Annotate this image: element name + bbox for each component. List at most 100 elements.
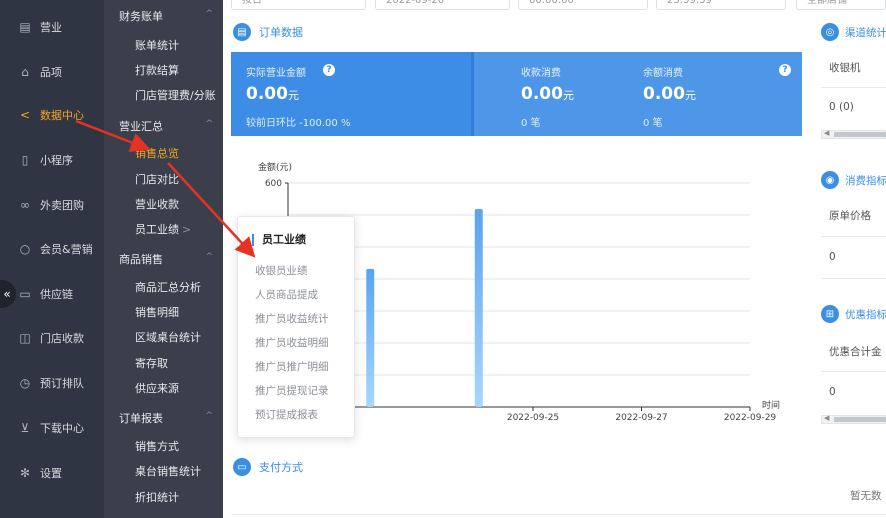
- popup-item-cashier-performance[interactable]: 收银员业绩: [255, 263, 308, 278]
- x-tick-label: 2022-09-29: [724, 413, 777, 423]
- gear-icon: ✻: [19, 466, 31, 480]
- balance-consume-label: 余额消费: [643, 68, 683, 79]
- channel-value: 0 (0): [829, 101, 854, 113]
- nav-item-products[interactable]: ⌂ 品项: [0, 57, 104, 87]
- subnav-item-business-receipts[interactable]: 营业收款: [135, 196, 179, 212]
- subnav-item-sales-detail[interactable]: 销售明细: [135, 304, 179, 320]
- subnav-group-product-sales[interactable]: 商品销售: [119, 251, 163, 267]
- subnav-item-supply-source[interactable]: 供应来源: [135, 380, 179, 396]
- actual-revenue-card: 实际营业金额 ? 0.00元 较前日环比 -100.00 %: [231, 52, 474, 136]
- scroll-thumb[interactable]: [834, 132, 886, 137]
- user-icon: ○: [19, 242, 31, 256]
- x-tick-label: 2022-09-25: [507, 413, 559, 423]
- scroll-thumb[interactable]: [834, 417, 886, 422]
- calendar-icon: ▤: [19, 20, 31, 34]
- caret-up-icon[interactable]: ^: [205, 119, 213, 129]
- document-icon: ▤: [233, 23, 251, 41]
- order-data-header: ▤ 订单数据: [233, 23, 303, 41]
- actual-revenue-label: 实际营业金额: [246, 68, 306, 79]
- divider: [821, 236, 886, 237]
- chart-bar: [474, 209, 483, 407]
- share-icon: <: [19, 108, 31, 122]
- revenue-panel: 实际营业金额 ? 0.00元 较前日环比 -100.00 % 收款消费 0.00…: [231, 52, 802, 136]
- chart-bars: [366, 209, 483, 407]
- subnav-item-settlement[interactable]: 打款结算: [135, 62, 179, 78]
- cash-consume-value: 0.00元: [521, 84, 574, 104]
- subnav-group-finance[interactable]: 财务账单: [119, 8, 163, 24]
- scroll-left-icon[interactable]: ◀: [824, 129, 829, 137]
- popup-item-reservation-commission[interactable]: 预订提成报表: [255, 407, 318, 422]
- subnav-item-sales-overview[interactable]: 销售总览: [135, 145, 179, 161]
- clock-icon: ◷: [19, 376, 31, 390]
- card-icon: ▭: [233, 458, 251, 476]
- channel-stats-header: ◎ 渠道统计: [821, 23, 886, 41]
- subnav-group-business-summary[interactable]: 营业汇总: [119, 118, 163, 134]
- subnav-item-area-table-stats[interactable]: 区域桌台统计: [135, 329, 201, 345]
- balance-consume-value: 0.00元: [643, 84, 696, 104]
- start-time-picker[interactable]: 00:00:00: [518, 0, 648, 10]
- divider: [821, 278, 886, 279]
- y-tick-label: 600: [265, 179, 282, 189]
- popup-item-promoter-income-detail[interactable]: 推广员收益明细: [255, 335, 329, 350]
- subnav-item-bill-stats[interactable]: 账单统计: [135, 37, 179, 53]
- consume-index-header: ◉ 消费指标: [821, 171, 886, 189]
- caret-up-icon[interactable]: ^: [205, 252, 213, 262]
- subnav-item-store-fee[interactable]: 门店管理费/分账: [135, 87, 216, 103]
- scroll-left-icon[interactable]: ◀: [824, 414, 829, 422]
- date-type-select[interactable]: 按日: [231, 0, 366, 10]
- payment-method-header: ▭ 支付方式: [233, 458, 303, 476]
- chart-bar: [366, 268, 375, 407]
- discount-value: 0: [829, 386, 836, 398]
- subnav-item-product-summary[interactable]: 商品汇总分析: [135, 279, 201, 295]
- discount-column-label: 优惠合计金: [829, 346, 882, 358]
- subnav-item-staff-performance[interactable]: 员工业绩 >: [135, 221, 191, 237]
- cash-consume-count: 0 笔: [521, 118, 541, 129]
- badge-icon: ◉: [821, 171, 839, 189]
- nav-item-store-payment[interactable]: ◫ 门店收款: [0, 323, 104, 353]
- channel-column-label: 收银机: [829, 62, 861, 74]
- popup-title: 员工业绩: [252, 234, 306, 246]
- nav-item-reservation[interactable]: ◷ 预订排队: [0, 368, 104, 398]
- help-icon[interactable]: ?: [779, 64, 791, 76]
- end-time-picker[interactable]: 23:59:59: [656, 0, 786, 10]
- nav-item-download[interactable]: ⊻ 下载中心: [0, 413, 104, 443]
- balance-consume-count: 0 笔: [643, 118, 663, 129]
- divider: [231, 514, 886, 515]
- popup-item-promoter-income-stats[interactable]: 推广员收益统计: [255, 311, 329, 326]
- x-axis-label: 时间: [762, 399, 780, 411]
- phone-icon: ▯: [21, 153, 29, 167]
- subnav-item-sales-method[interactable]: 销售方式: [135, 438, 179, 454]
- sub-nav: 财务账单 ^ 账单统计 打款结算 门店管理费/分账 营业汇总 ^ 销售总览 门店…: [104, 0, 223, 518]
- subnav-item-store-compare[interactable]: 门店对比: [135, 171, 179, 187]
- popup-item-promoter-withdraw[interactable]: 推广员提现记录: [255, 383, 329, 398]
- consume-column-label: 原单价格: [829, 210, 871, 222]
- popup-item-promoter-promotion-detail[interactable]: 推广员推广明细: [255, 359, 329, 374]
- popup-item-product-commission[interactable]: 人员商品提成: [255, 287, 318, 302]
- discount-index-header: ⊞ 优惠指标: [821, 305, 886, 323]
- nav-item-settings[interactable]: ✻ 设置: [0, 458, 104, 488]
- nav-item-members[interactable]: ○ 会员&营销: [0, 234, 104, 264]
- subnav-item-deposit[interactable]: 寄存取: [135, 355, 168, 371]
- discount-scrollbar[interactable]: ◀: [821, 414, 886, 424]
- subnav-group-order-reports[interactable]: 订单报表: [119, 410, 163, 426]
- caret-up-icon[interactable]: ^: [205, 9, 213, 19]
- download-icon: ⊻: [20, 421, 30, 435]
- nav-item-data-center[interactable]: < 数据中心: [0, 100, 104, 130]
- target-icon: ◎: [821, 23, 839, 41]
- nav-item-business[interactable]: ▤ 营业: [0, 12, 104, 42]
- caret-up-icon[interactable]: ^: [205, 411, 213, 421]
- subnav-item-discount-stats[interactable]: 折扣统计: [135, 489, 179, 505]
- x-tick-label: 2022-09-27: [615, 413, 667, 423]
- subnav-item-table-sales[interactable]: 桌台销售统计: [135, 463, 201, 479]
- divider: [821, 87, 886, 88]
- nav-item-mini-program[interactable]: ▯ 小程序: [0, 145, 104, 175]
- channel-scrollbar[interactable]: ◀: [821, 129, 886, 139]
- nav-item-takeout[interactable]: ∞ 外卖团购: [0, 190, 104, 220]
- date-picker[interactable]: 2022-09-20: [375, 0, 510, 10]
- day-over-day-compare: 较前日环比 -100.00 %: [246, 118, 351, 129]
- store-select[interactable]: 全部店铺: [796, 0, 886, 10]
- bag-icon: ⌂: [21, 65, 29, 79]
- help-icon[interactable]: ?: [323, 64, 335, 76]
- consume-value: 0: [829, 251, 836, 263]
- no-data-text: 暂无数: [850, 490, 882, 502]
